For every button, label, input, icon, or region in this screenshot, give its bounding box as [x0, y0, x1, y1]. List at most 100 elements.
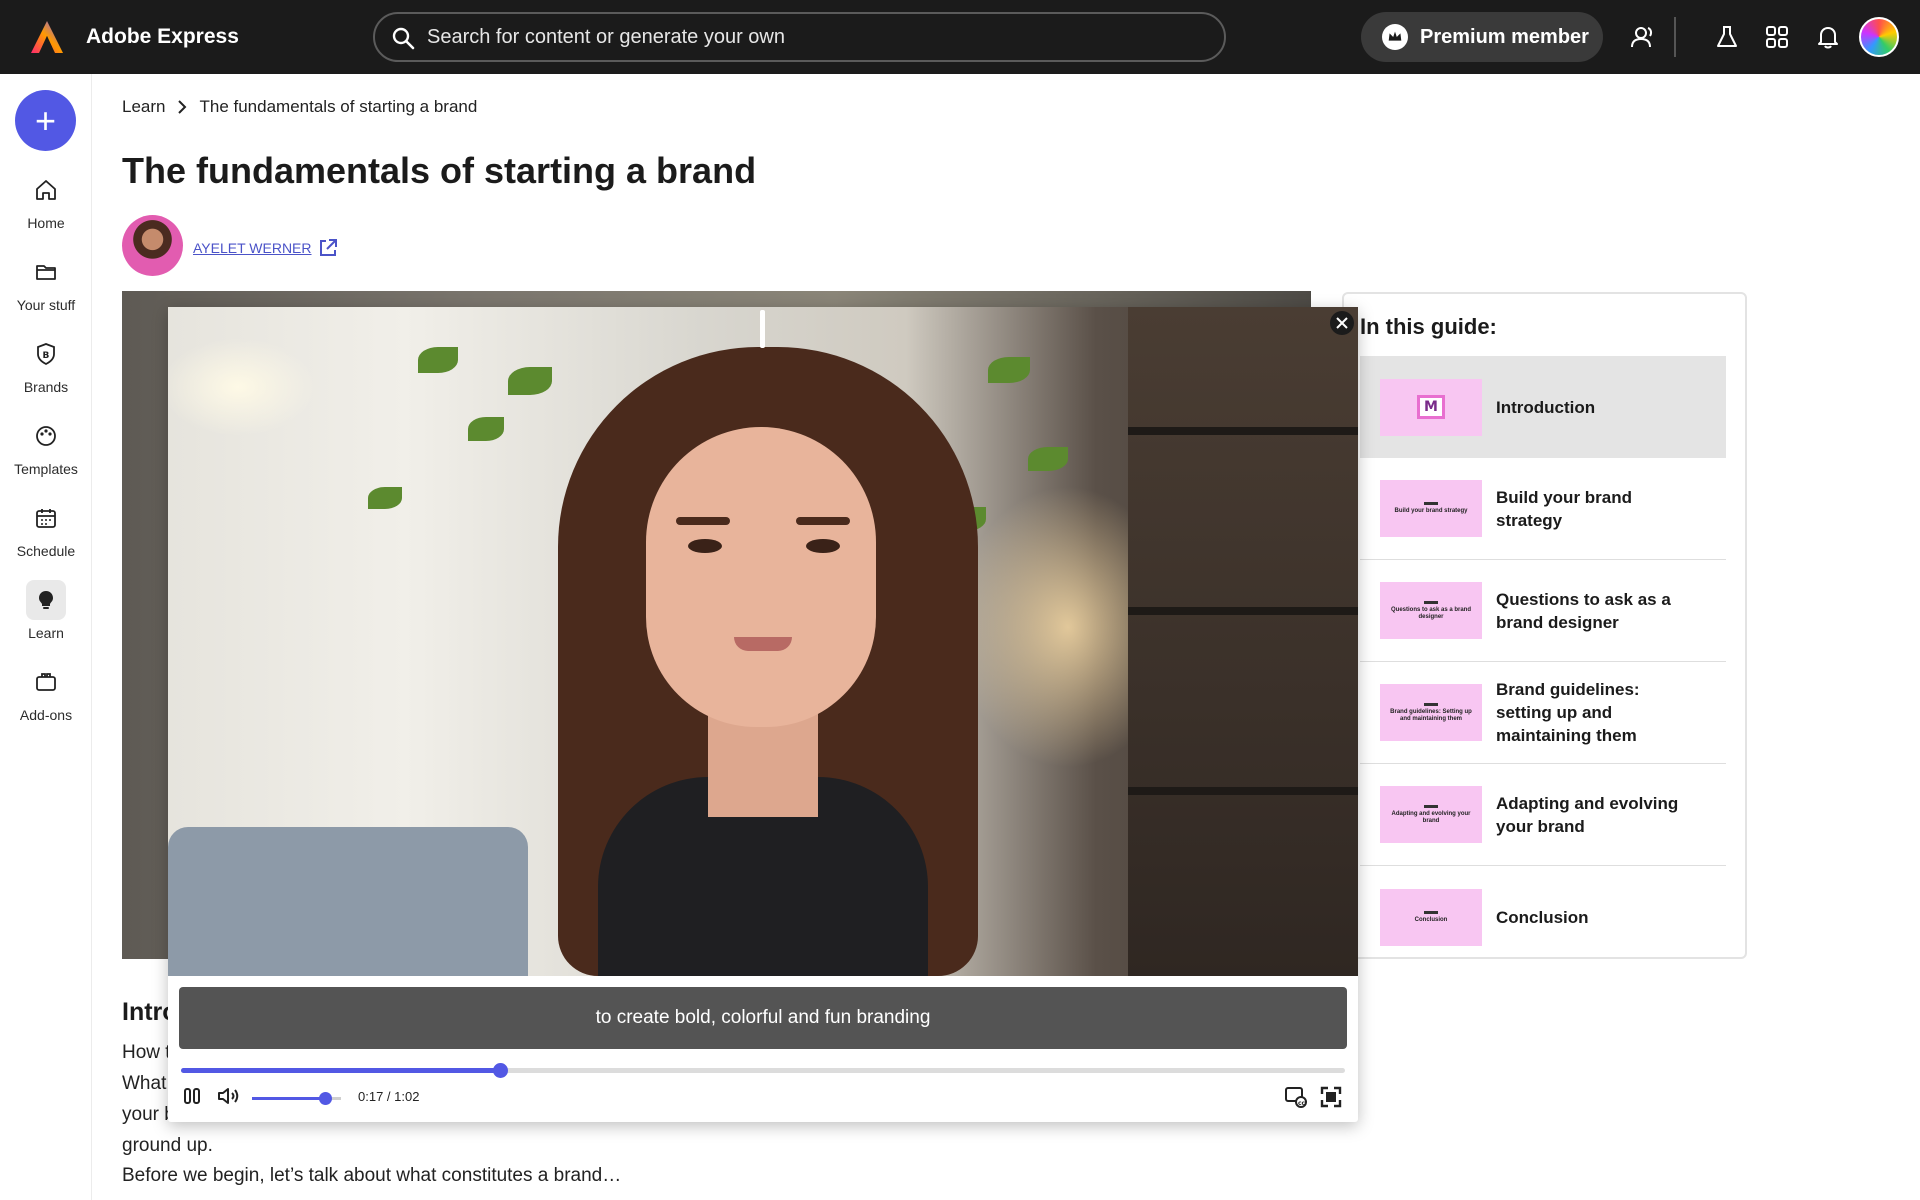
body-line: How t [122, 1042, 171, 1063]
body-line: Before we begin, let’s talk about what c… [122, 1165, 622, 1186]
video-scene-sofa [168, 827, 528, 976]
volume-slider[interactable] [252, 1092, 341, 1105]
user-avatar[interactable] [1859, 17, 1899, 57]
video-time: 0:17 / 1:02 [358, 1089, 420, 1104]
rail-label: Learn [28, 625, 64, 641]
svg-text:cc: cc [1298, 1100, 1306, 1107]
guide-thumbnail: Brand guidelines: Setting up and maintai… [1380, 684, 1482, 741]
rail-item-learn[interactable]: Learn [0, 580, 92, 641]
guide-item-label: Introduction [1496, 397, 1596, 417]
brand-icon: B [26, 334, 66, 374]
video-scene-face [646, 427, 876, 727]
search-bar[interactable] [373, 12, 1226, 62]
premium-label: Premium member [1420, 25, 1589, 48]
guide-item-brand-strategy[interactable]: Build your brand strategy Build your bra… [1360, 458, 1726, 560]
guide-thumbnail: Adapting and evolving your brand [1380, 786, 1482, 843]
thumb-bar [1424, 502, 1438, 505]
left-rail: + Home Your stuff B Brands Templates Sch… [0, 74, 92, 1200]
guide-item-introduction[interactable]: M Introduction [1360, 356, 1726, 458]
top-bar: Adobe Express Premium member [0, 0, 1920, 74]
guide-thumb-text: Conclusion [1414, 916, 1448, 923]
search-input[interactable] [427, 22, 1207, 52]
rail-item-schedule[interactable]: Schedule [0, 498, 92, 559]
guide-thumb-text: Questions to ask as a brand designer [1390, 606, 1472, 620]
rail-item-home[interactable]: Home [0, 170, 92, 231]
body-line: ground up. [122, 1135, 213, 1156]
guide-item-label: Questions to ask as a brand designer [1496, 589, 1671, 632]
guide-item-adapting[interactable]: Adapting and evolving your brand Adaptin… [1360, 764, 1726, 866]
close-video-button[interactable] [1330, 311, 1354, 335]
guide-item-conclusion[interactable]: Conclusion Conclusion [1360, 866, 1726, 968]
video-scene-shelf-board [1128, 787, 1358, 795]
guide-item-brand-guidelines[interactable]: Brand guidelines: Setting up and maintai… [1360, 662, 1726, 764]
video-scene-shelf-board [1128, 427, 1358, 435]
video-scene-leaf [988, 357, 1030, 383]
rail-item-your-stuff[interactable]: Your stuff [0, 252, 92, 313]
video-scene-eye [806, 539, 840, 553]
thumb-bar [1424, 702, 1438, 706]
rail-item-templates[interactable]: Templates [0, 416, 92, 477]
lightbulb-icon [26, 580, 66, 620]
flask-icon[interactable] [1714, 24, 1740, 50]
guide-thumb-text: Build your brand strategy [1394, 508, 1468, 514]
guide-item-questions[interactable]: Questions to ask as a brand designer Que… [1360, 560, 1726, 662]
share-people-icon[interactable] [1630, 24, 1656, 50]
author-name: AYELET WERNER [193, 240, 312, 256]
guide-item-label: Brand guidelines: setting up and maintai… [1496, 680, 1640, 745]
video-progress-fill [181, 1068, 501, 1073]
templates-icon [26, 416, 66, 456]
guide-thumb-text: Adapting and evolving your brand [1391, 810, 1471, 824]
calendar-icon [26, 498, 66, 538]
video-scene-leaf [368, 487, 402, 509]
thumb-bar [1424, 804, 1438, 808]
video-scene-eye [688, 539, 722, 553]
video-cursor-marker [760, 310, 765, 348]
premium-member-button[interactable]: Premium member [1361, 12, 1603, 62]
apps-grid-icon[interactable] [1764, 24, 1790, 50]
video-caption: to create bold, colorful and fun brandin… [179, 987, 1347, 1049]
closed-captions-icon[interactable]: cc [1284, 1086, 1308, 1108]
breadcrumb-learn-link[interactable]: Learn [122, 97, 165, 117]
video-scene-shelf [1128, 307, 1358, 976]
adobe-express-logo-icon[interactable] [29, 19, 65, 55]
video-player: to create bold, colorful and fun brandin… [168, 307, 1358, 1122]
body-line: your b [122, 1104, 175, 1125]
volume-icon[interactable] [217, 1086, 241, 1106]
video-scene-leaf [508, 367, 552, 395]
guide-thumbnail: Conclusion [1380, 888, 1482, 946]
close-icon [1336, 317, 1348, 329]
guide-thumbnail: Questions to ask as a brand designer [1380, 582, 1482, 639]
thumb-bar [1424, 910, 1438, 914]
video-frame[interactable] [168, 307, 1358, 976]
video-scene-brow [676, 517, 730, 525]
video-progress-handle[interactable] [493, 1063, 509, 1078]
author-link[interactable]: AYELET WERNER [193, 237, 339, 259]
pause-icon[interactable] [182, 1086, 202, 1106]
guide-item-label: Conclusion [1496, 907, 1589, 927]
video-scene-leaf [418, 347, 458, 373]
video-progress-bar[interactable] [181, 1063, 1345, 1078]
body-line: What [122, 1073, 167, 1094]
search-icon [392, 27, 415, 50]
rail-label: Schedule [16, 543, 76, 559]
rail-label: Templates [14, 461, 78, 477]
video-scene-brow [796, 517, 850, 525]
video-scene-mouth [734, 637, 792, 651]
bell-icon[interactable] [1815, 24, 1841, 50]
page-title: The fundamentals of starting a brand [122, 150, 757, 191]
author-avatar [122, 215, 183, 276]
folder-icon [26, 252, 66, 292]
app-title[interactable]: Adobe Express [86, 25, 239, 49]
home-icon [26, 170, 66, 210]
external-link-icon [319, 239, 337, 256]
breadcrumb: Learn The fundamentals of starting a bra… [122, 97, 477, 117]
guide-panel: In this guide: M Introduction Build your… [1342, 292, 1747, 959]
rail-item-brands[interactable]: B Brands [0, 334, 92, 395]
create-button[interactable]: + [15, 90, 76, 151]
fullscreen-icon[interactable] [1320, 1086, 1342, 1108]
rail-label: Your stuff [16, 297, 76, 313]
volume-handle[interactable] [318, 1092, 332, 1105]
thumb-bar [1424, 600, 1438, 604]
rail-item-add-ons[interactable]: Add-ons [0, 662, 92, 723]
guide-item-label: Build your brand strategy [1496, 487, 1632, 530]
